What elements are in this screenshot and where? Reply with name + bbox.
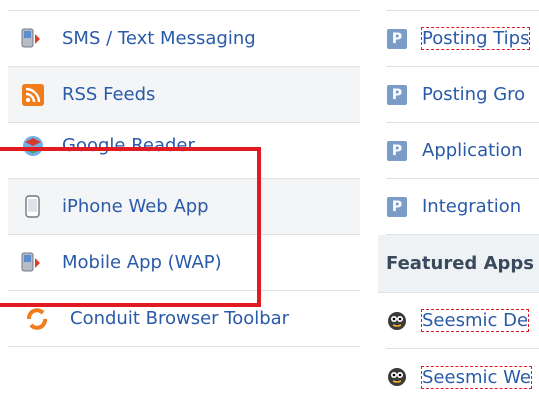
right-link-list: P Posting Tips P Posting Gro P Applicati…	[378, 10, 539, 398]
right-list-item-label[interactable]: Posting Tips	[420, 27, 531, 50]
right-list-item-application[interactable]: P Application	[386, 123, 539, 179]
app-item-seesmic-desktop[interactable]: Seesmic De	[386, 293, 539, 349]
seesmic-icon	[386, 310, 408, 332]
app-item-label[interactable]: Seesmic We	[421, 365, 532, 389]
list-item-google-reader[interactable]: Google Reader	[8, 123, 360, 179]
list-item-label[interactable]: Conduit Browser Toolbar	[70, 308, 289, 329]
seesmic-icon	[386, 366, 408, 388]
list-item-conduit[interactable]: Conduit Browser Toolbar	[8, 291, 360, 347]
p-badge: P	[387, 84, 407, 105]
rss-icon	[20, 82, 46, 108]
conduit-icon	[24, 306, 50, 332]
list-item-label[interactable]: SMS / Text Messaging	[62, 28, 256, 49]
featured-apps-heading: Featured Apps	[378, 235, 539, 293]
featured-apps-title: Featured Apps	[386, 253, 534, 274]
app-item-seesmic-web[interactable]: Seesmic We	[386, 349, 539, 398]
list-item-label[interactable]: iPhone Web App	[62, 196, 209, 217]
list-item-label[interactable]: Mobile App (WAP)	[62, 252, 222, 273]
p-badge-icon: P	[386, 84, 408, 106]
p-badge-icon: P	[386, 196, 408, 218]
mobile-phone-icon	[20, 250, 46, 276]
page: SMS / Text Messaging RSS Feeds Google Re…	[0, 0, 539, 398]
app-item-label[interactable]: Seesmic De	[420, 309, 530, 332]
right-list-item-label[interactable]: Application	[422, 140, 523, 161]
iphone-icon	[20, 194, 46, 220]
right-list-item-posting-tips[interactable]: P Posting Tips	[386, 11, 539, 67]
list-item-rss[interactable]: RSS Feeds	[8, 67, 360, 123]
right-list-item-label[interactable]: Integration	[422, 196, 521, 217]
p-badge: P	[387, 140, 407, 161]
p-badge-icon: P	[386, 140, 408, 162]
p-badge-icon: P	[386, 28, 408, 50]
list-item-iphone[interactable]: iPhone Web App	[8, 179, 360, 235]
right-list-item-posting-groups[interactable]: P Posting Gro	[386, 67, 539, 123]
google-reader-icon	[20, 133, 46, 159]
p-badge: P	[387, 196, 407, 217]
list-item-label[interactable]: Google Reader	[62, 135, 195, 156]
right-list-item-integration[interactable]: P Integration	[386, 179, 539, 235]
left-link-list: SMS / Text Messaging RSS Feeds Google Re…	[8, 10, 360, 347]
list-item-label[interactable]: RSS Feeds	[62, 84, 155, 105]
sms-phone-icon	[20, 26, 46, 52]
list-item-mobile-wap[interactable]: Mobile App (WAP)	[8, 235, 360, 291]
list-item-sms[interactable]: SMS / Text Messaging	[8, 11, 360, 67]
p-badge: P	[387, 28, 407, 49]
right-list-item-label[interactable]: Posting Gro	[422, 84, 525, 105]
